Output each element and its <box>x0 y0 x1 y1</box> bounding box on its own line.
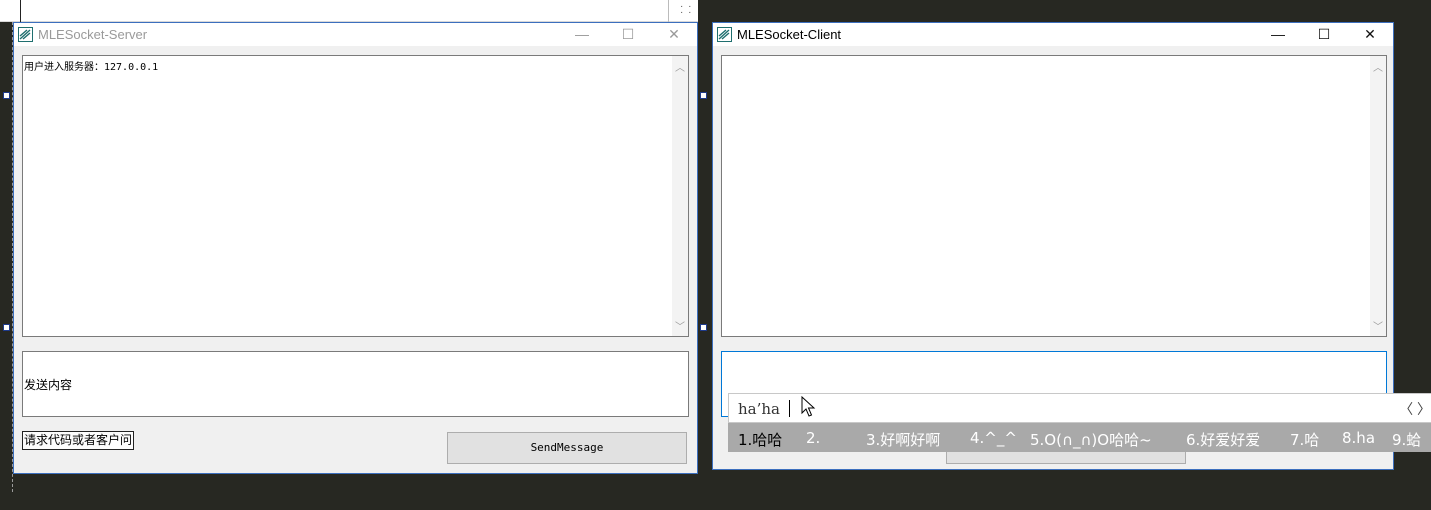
ime-candidate[interactable]: 8.ha <box>1342 429 1375 447</box>
designer-canvas-strip <box>0 0 698 22</box>
ime-composition-text: ha’ha <box>738 400 780 418</box>
vertical-scrollbar[interactable]: ︿ ﹀ <box>672 56 688 336</box>
server-titlebar[interactable]: MLESocket-Server — ☐ ✕ <box>14 23 697 46</box>
ime-candidate-bar: 1.哈哈 2. 3.好啊好啊 4.^_^ 5.O(∩_∩)O哈哈~ 6.好爱好爱… <box>728 423 1431 452</box>
input-text: 发送内容 <box>24 378 73 392</box>
minimize-icon[interactable]: — <box>1255 23 1301 46</box>
ime-candidate[interactable]: 2. <box>806 429 820 447</box>
selection-handle[interactable] <box>700 92 707 99</box>
ime-candidate[interactable]: 7.哈 <box>1290 429 1319 450</box>
scroll-up-icon[interactable]: ︿ <box>1370 59 1386 74</box>
app-icon <box>717 27 732 42</box>
maximize-icon[interactable]: ☐ <box>1301 23 1347 46</box>
window-title: MLESocket-Client <box>737 27 842 42</box>
message-log[interactable]: ︿ ﹀ <box>721 55 1387 337</box>
ime-composition-window: ha’ha 〈 〉 <box>728 393 1431 423</box>
minimize-icon[interactable]: — <box>559 23 605 46</box>
ime-candidate[interactable]: 4.^_^ <box>970 429 1017 447</box>
request-code-button[interactable]: 请求代码或者客户问 <box>22 431 135 450</box>
scroll-down-icon[interactable]: ﹀ <box>672 318 688 333</box>
vertical-scrollbar[interactable]: ︿ ﹀ <box>1370 56 1386 336</box>
selection-handle[interactable] <box>3 324 10 331</box>
message-input[interactable]: 发送内容 <box>22 351 689 417</box>
close-icon[interactable]: ✕ <box>1347 23 1393 46</box>
selection-handle[interactable] <box>700 324 707 331</box>
mouse-pointer-icon <box>801 396 816 417</box>
send-message-button[interactable]: SendMessage <box>447 432 687 464</box>
ime-candidate[interactable]: 9.蛤 <box>1392 429 1421 450</box>
ime-candidate[interactable]: 5.O(∩_∩)O哈哈~ <box>1030 429 1152 450</box>
ime-candidate[interactable]: 1.哈哈 <box>738 429 782 450</box>
window-title: MLESocket-Server <box>38 27 148 42</box>
text-caret <box>789 400 790 417</box>
scroll-up-icon[interactable]: ︿ <box>672 59 688 74</box>
ime-candidate[interactable]: 3.好啊好啊 <box>866 429 940 450</box>
selection-handle[interactable] <box>3 92 10 99</box>
ime-candidate[interactable]: 6.好爱好爱 <box>1186 429 1260 450</box>
maximize-icon[interactable]: ☐ <box>605 23 651 46</box>
client-titlebar[interactable]: MLESocket-Client — ☐ ✕ <box>713 23 1393 46</box>
app-icon <box>18 27 33 42</box>
server-window: MLESocket-Server — ☐ ✕ 用户进入服务器：127.0.0.1… <box>13 22 698 474</box>
message-log[interactable]: 用户进入服务器：127.0.0.1 ︿ ﹀ <box>22 55 689 337</box>
resize-grip-icon[interactable]: · · · · <box>680 2 696 18</box>
scroll-down-icon[interactable]: ﹀ <box>1370 318 1386 333</box>
log-line: 用户进入服务器：127.0.0.1 <box>24 62 159 73</box>
close-icon[interactable]: ✕ <box>651 23 697 46</box>
ime-page-nav-icon[interactable]: 〈 〉 <box>1399 399 1431 419</box>
